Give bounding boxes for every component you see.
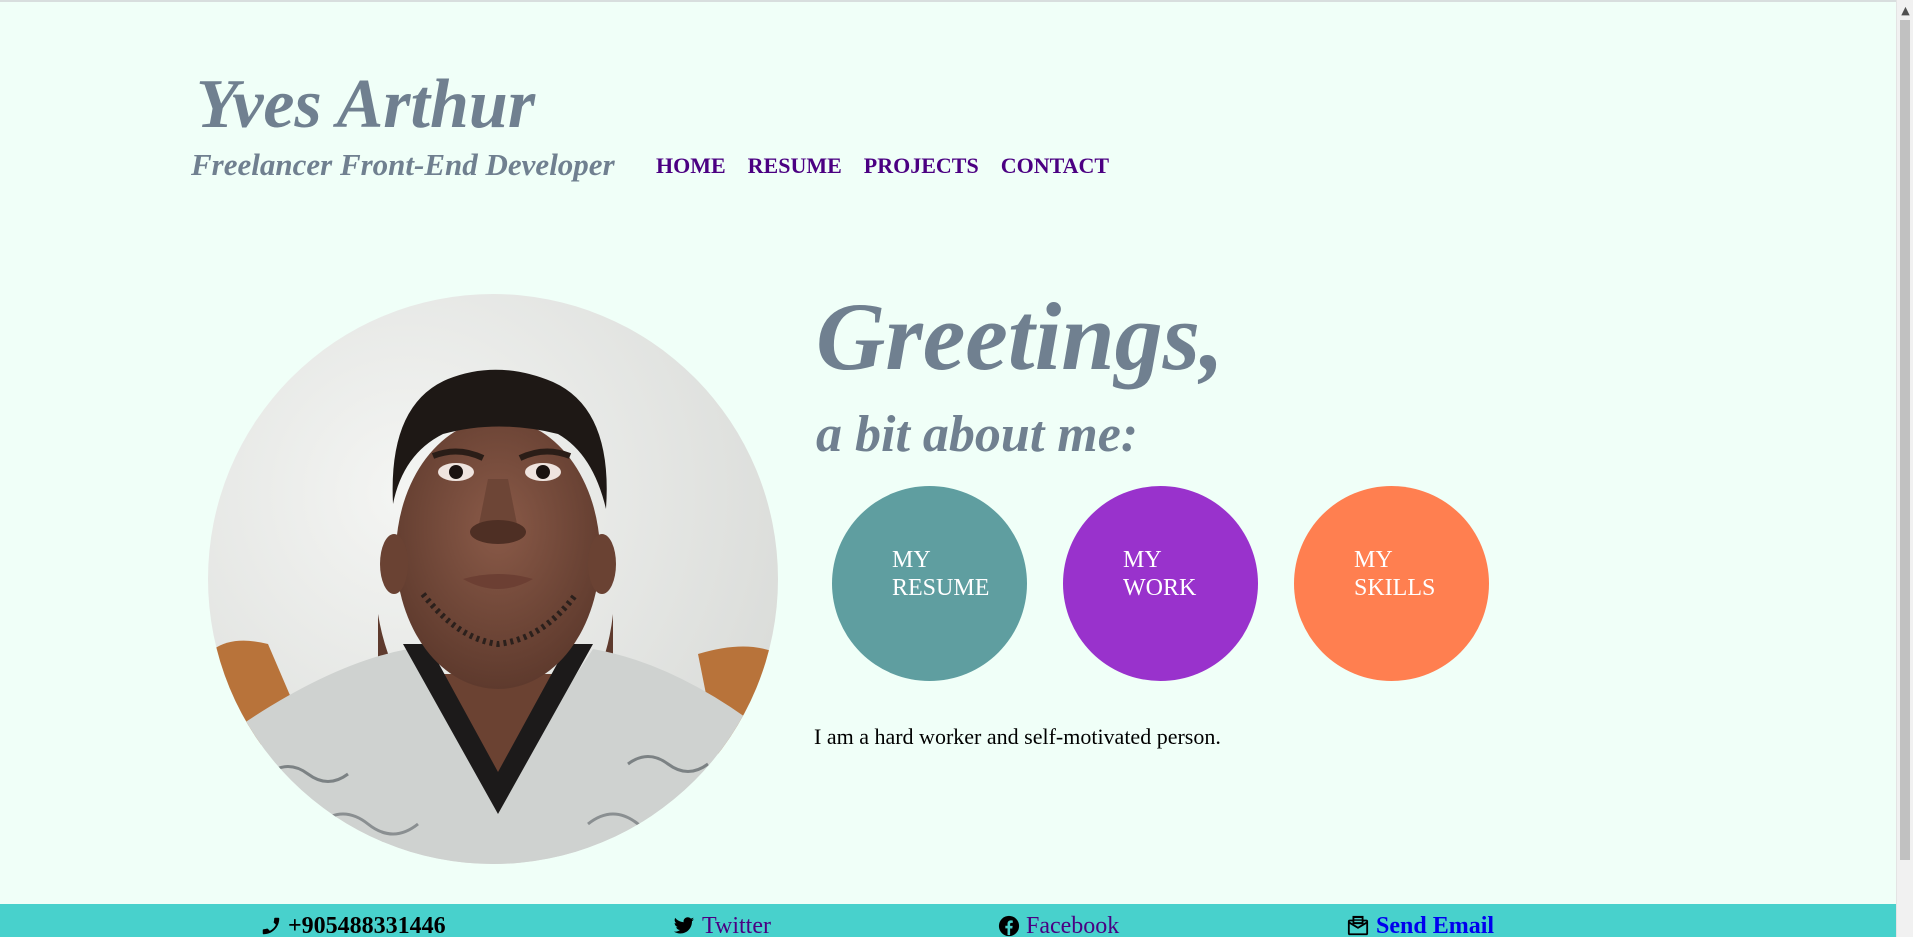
main-nav: HOME RESUME PROJECTS CONTACT [656, 151, 1109, 181]
site-title: Yves Arthur [196, 66, 536, 143]
scrollbar-thumb[interactable] [1900, 20, 1910, 860]
twitter-icon [673, 917, 695, 934]
phone-icon [262, 917, 280, 935]
my-skills-button[interactable]: MY SKILLS [1294, 486, 1489, 681]
my-skills-button-line1: MY [1354, 547, 1393, 573]
footer-twitter-label: Twitter [702, 913, 771, 937]
nav-link-home[interactable]: HOME [656, 151, 726, 181]
profile-photo-illustration [208, 294, 778, 864]
intro-text: I am a hard worker and self-motivated pe… [814, 724, 1221, 749]
site-subtitle: Freelancer Front-End Developer [191, 147, 615, 182]
my-resume-button-line1: MY [892, 547, 931, 573]
my-skills-button-line2: SKILLS [1354, 575, 1436, 601]
nav-link-projects[interactable]: PROJECTS [864, 151, 979, 181]
about-subheading: a bit about me: [816, 406, 1139, 463]
footer-phone-label: +905488331446 [288, 913, 446, 937]
vertical-scrollbar[interactable]: ▲ [1896, 0, 1913, 937]
facebook-icon [998, 915, 1020, 937]
scroll-up-arrow-icon[interactable]: ▲ [1897, 2, 1913, 19]
site-footer: +905488331446 Twitter Facebook Send Emai… [0, 904, 1896, 937]
profile-photo [208, 294, 778, 864]
my-resume-button[interactable]: MY RESUME [832, 486, 1027, 681]
my-work-button-line2: WORK [1123, 575, 1197, 601]
my-work-button[interactable]: MY WORK [1063, 486, 1258, 681]
footer-phone-link[interactable]: +905488331446 [260, 912, 446, 937]
my-resume-button-line2: RESUME [892, 575, 990, 601]
nav-link-resume[interactable]: RESUME [748, 151, 842, 181]
greeting-heading: Greetings, [816, 283, 1224, 390]
footer-twitter-link[interactable]: Twitter [672, 912, 771, 937]
footer-facebook-label: Facebook [1026, 913, 1120, 937]
envelope-icon [1347, 915, 1369, 936]
my-work-button-line1: MY [1123, 547, 1162, 573]
footer-facebook-link[interactable]: Facebook [998, 912, 1119, 937]
footer-email-link[interactable]: Send Email [1346, 912, 1494, 937]
footer-email-label: Send Email [1376, 913, 1495, 937]
browser-top-border [0, 0, 1913, 2]
nav-link-contact[interactable]: CONTACT [1001, 151, 1109, 181]
